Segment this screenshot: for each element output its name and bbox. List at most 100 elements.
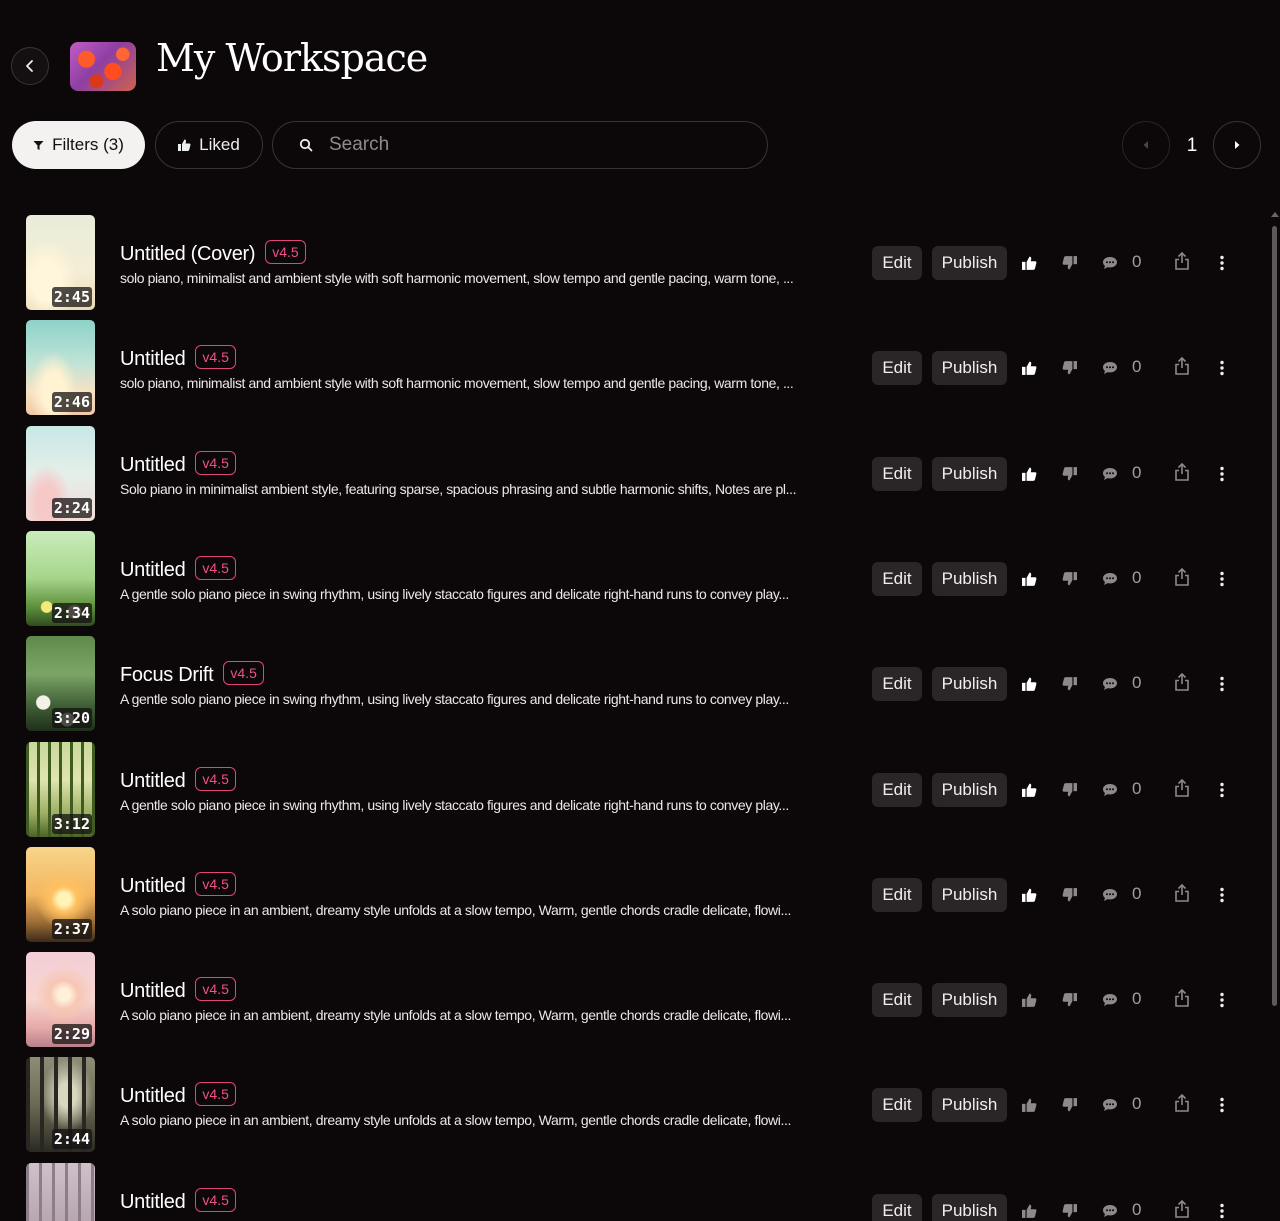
publish-button[interactable]: Publish bbox=[932, 1088, 1007, 1123]
liked-button[interactable]: Liked bbox=[155, 121, 263, 169]
like-button[interactable] bbox=[1020, 886, 1038, 904]
comment-button[interactable] bbox=[1101, 675, 1119, 693]
scrollbar[interactable] bbox=[1270, 212, 1280, 1221]
dislike-button[interactable] bbox=[1060, 991, 1078, 1009]
more-options-button[interactable] bbox=[1213, 1202, 1231, 1220]
dislike-button[interactable] bbox=[1060, 1096, 1078, 1114]
edit-button[interactable]: Edit bbox=[872, 1088, 922, 1123]
search-box[interactable] bbox=[272, 121, 768, 169]
song-title[interactable]: Untitled (Cover) v4.5 bbox=[120, 240, 306, 266]
like-button[interactable] bbox=[1020, 675, 1038, 693]
song-row[interactable]: 2:29 Untitled v4.5 A solo piano piece in … bbox=[0, 947, 1266, 1052]
dislike-button[interactable] bbox=[1060, 886, 1078, 904]
share-button[interactable] bbox=[1173, 883, 1191, 902]
song-title[interactable]: Focus Drift v4.5 bbox=[120, 661, 264, 687]
dislike-button[interactable] bbox=[1060, 781, 1078, 799]
edit-button[interactable]: Edit bbox=[872, 351, 922, 386]
like-button[interactable] bbox=[1020, 1096, 1038, 1114]
edit-button[interactable]: Edit bbox=[872, 561, 922, 596]
edit-button[interactable]: Edit bbox=[872, 877, 922, 912]
song-row[interactable]: Untitledv4.5 A solo piano piece in an am… bbox=[0, 1158, 1266, 1221]
song-row[interactable]: 3:20 Focus Drift v4.5 A gentle solo piano… bbox=[0, 631, 1266, 736]
search-input[interactable] bbox=[327, 133, 731, 157]
song-title[interactable]: Untitled v4.5 bbox=[120, 345, 236, 371]
dislike-button[interactable] bbox=[1060, 570, 1078, 588]
more-options-button[interactable] bbox=[1213, 886, 1231, 904]
edit-button[interactable]: Edit bbox=[872, 1193, 922, 1221]
dislike-button[interactable] bbox=[1060, 1202, 1078, 1220]
song-row[interactable]: 2:24 Untitled v4.5 Solo piano in minimali… bbox=[0, 421, 1266, 526]
like-button[interactable] bbox=[1020, 570, 1038, 588]
song-title[interactable]: Untitled v4.5 bbox=[120, 450, 236, 477]
like-button[interactable] bbox=[1020, 991, 1038, 1009]
song-title[interactable]: Untitled v4.5 bbox=[120, 1082, 236, 1108]
share-button[interactable] bbox=[1173, 1199, 1191, 1218]
song-thumbnail[interactable]: 3:20 bbox=[26, 636, 95, 732]
publish-button[interactable]: Publish bbox=[932, 246, 1007, 280]
next-page-button[interactable] bbox=[1213, 121, 1261, 169]
edit-button[interactable]: Edit bbox=[872, 246, 922, 280]
more-options-button[interactable] bbox=[1213, 1096, 1231, 1114]
song-thumbnail[interactable]: 2:29 bbox=[26, 952, 95, 1048]
comment-button[interactable] bbox=[1101, 1096, 1119, 1114]
like-button[interactable] bbox=[1020, 1202, 1038, 1220]
song-row[interactable]: 2:45 Untitled (Cover) v4.5 solo piano, mi… bbox=[0, 210, 1266, 315]
publish-button[interactable]: Publish bbox=[932, 772, 1007, 807]
publish-button[interactable]: Publish bbox=[932, 877, 1007, 912]
song-thumbnail[interactable]: 2:37 bbox=[26, 846, 95, 942]
share-button[interactable] bbox=[1173, 989, 1191, 1007]
song-title[interactable]: Untitled v4.5 bbox=[120, 766, 236, 793]
like-button[interactable] bbox=[1020, 254, 1038, 272]
back-button[interactable] bbox=[11, 47, 49, 85]
comment-button[interactable] bbox=[1101, 886, 1119, 904]
like-button[interactable] bbox=[1020, 465, 1038, 483]
dislike-button[interactable] bbox=[1060, 359, 1078, 377]
dislike-button[interactable] bbox=[1060, 254, 1078, 272]
song-title[interactable]: Untitled v4.5 bbox=[120, 1187, 236, 1214]
song-title[interactable]: Untitled v4.5 bbox=[120, 555, 236, 582]
comment-button[interactable] bbox=[1101, 570, 1119, 588]
share-button[interactable] bbox=[1173, 778, 1191, 797]
song-title[interactable]: Untitled v4.5 bbox=[120, 977, 236, 1003]
like-button[interactable] bbox=[1020, 359, 1038, 377]
edit-button[interactable]: Edit bbox=[872, 983, 922, 1018]
edit-button[interactable]: Edit bbox=[872, 456, 922, 491]
more-options-button[interactable] bbox=[1213, 781, 1231, 799]
more-options-button[interactable] bbox=[1213, 675, 1231, 693]
publish-button[interactable]: Publish bbox=[932, 456, 1007, 491]
song-thumbnail[interactable] bbox=[26, 1162, 95, 1221]
dislike-button[interactable] bbox=[1060, 465, 1078, 483]
share-button[interactable] bbox=[1173, 673, 1191, 691]
song-row[interactable]: 2:46 Untitled v4.5 solo piano, minimalist… bbox=[0, 315, 1266, 420]
share-button[interactable] bbox=[1173, 567, 1191, 586]
comment-button[interactable] bbox=[1101, 991, 1119, 1009]
comment-button[interactable] bbox=[1101, 254, 1119, 272]
scroll-thumb[interactable] bbox=[1272, 226, 1277, 1006]
previous-page-button[interactable] bbox=[1122, 121, 1170, 169]
song-row[interactable]: 2:44 Untitled v4.5 A solo piano piece in … bbox=[0, 1052, 1266, 1157]
publish-button[interactable]: Publish bbox=[932, 351, 1007, 386]
song-thumbnail[interactable]: 3:12 bbox=[26, 741, 95, 837]
edit-button[interactable]: Edit bbox=[872, 772, 922, 807]
comment-button[interactable] bbox=[1101, 781, 1119, 799]
comment-button[interactable] bbox=[1101, 465, 1119, 483]
share-button[interactable] bbox=[1173, 462, 1191, 481]
share-button[interactable] bbox=[1173, 1094, 1191, 1113]
more-options-button[interactable] bbox=[1213, 465, 1231, 483]
more-options-button[interactable] bbox=[1213, 359, 1231, 377]
publish-button[interactable]: Publish bbox=[932, 983, 1007, 1018]
comment-button[interactable] bbox=[1101, 359, 1119, 377]
song-row[interactable]: 2:37 Untitled v4.5 A solo piano piece in … bbox=[0, 842, 1266, 947]
more-options-button[interactable] bbox=[1213, 570, 1231, 588]
share-button[interactable] bbox=[1173, 357, 1191, 376]
edit-button[interactable]: Edit bbox=[872, 667, 922, 702]
like-button[interactable] bbox=[1020, 781, 1038, 799]
song-title[interactable]: Untitled v4.5 bbox=[120, 871, 236, 898]
publish-button[interactable]: Publish bbox=[932, 667, 1007, 702]
song-thumbnail[interactable]: 2:34 bbox=[26, 530, 95, 626]
dislike-button[interactable] bbox=[1060, 675, 1078, 693]
publish-button[interactable]: Publish bbox=[932, 1193, 1007, 1221]
comment-button[interactable] bbox=[1101, 1202, 1119, 1220]
song-thumbnail[interactable]: 2:46 bbox=[26, 320, 95, 416]
share-button[interactable] bbox=[1173, 252, 1191, 270]
